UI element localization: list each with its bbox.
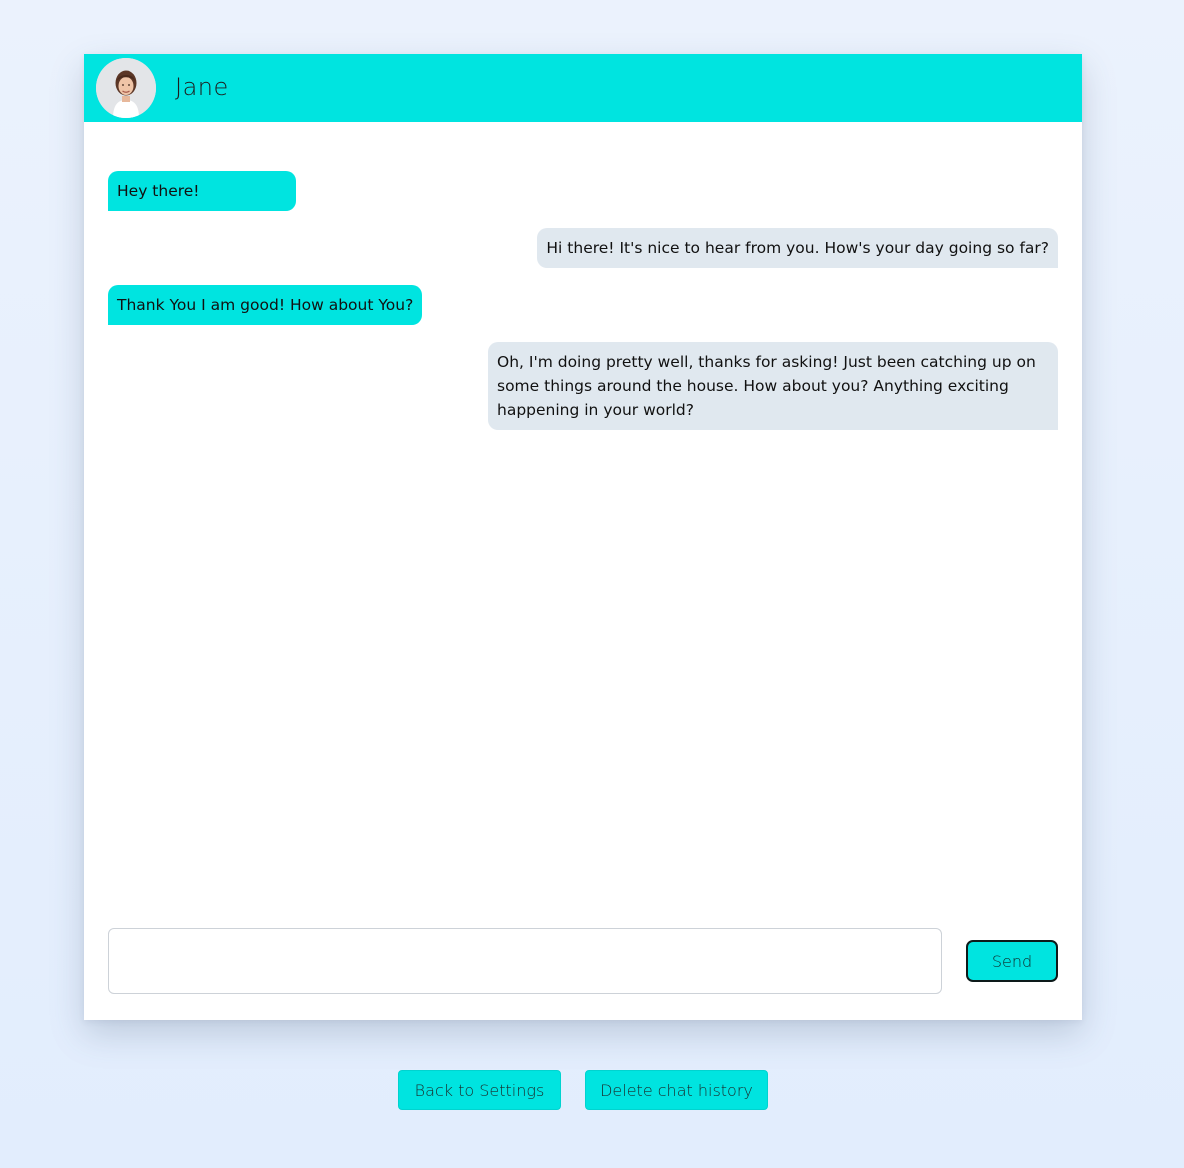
send-button[interactable]: Send — [966, 940, 1058, 982]
message-row: Thank You I am good! How about You? — [108, 285, 1058, 325]
incoming-message-bubble: Hey there! — [108, 171, 296, 211]
delete-chat-history-button[interactable]: Delete chat history — [585, 1070, 768, 1110]
incoming-message-bubble: Thank You I am good! How about You? — [108, 285, 423, 325]
message-row: Hey there! — [108, 171, 1058, 211]
message-input[interactable] — [108, 928, 942, 994]
contact-avatar — [96, 58, 156, 118]
chat-header: Jane — [84, 54, 1082, 122]
contact-name: Jane — [175, 73, 229, 101]
outgoing-message-bubble: Oh, I'm doing pretty well, thanks for as… — [488, 342, 1058, 430]
message-list: Hey there! Hi there! It's nice to hear f… — [108, 171, 1058, 447]
message-row: Hi there! It's nice to hear from you. Ho… — [108, 228, 1058, 268]
chat-window: Jane Hey there! Hi there! It's nice to h… — [84, 54, 1082, 1020]
message-row: Oh, I'm doing pretty well, thanks for as… — [108, 342, 1058, 430]
person-avatar-icon — [96, 58, 156, 118]
back-to-settings-button[interactable]: Back to Settings — [398, 1070, 561, 1110]
outgoing-message-bubble: Hi there! It's nice to hear from you. Ho… — [537, 228, 1058, 268]
